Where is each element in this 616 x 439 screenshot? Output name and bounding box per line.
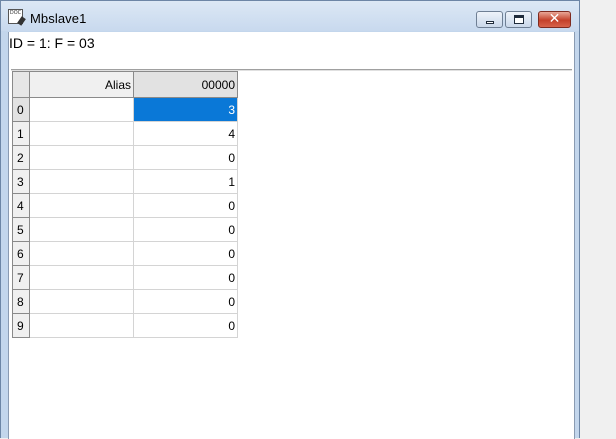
alias-cell[interactable] — [29, 193, 134, 218]
register-value-cell[interactable]: 3 — [133, 97, 238, 122]
table-row: 1 4 — [12, 121, 238, 146]
row-header[interactable]: 4 — [12, 193, 30, 218]
register-grid: Alias 00000 0 3 1 4 2 0 3 1 4 0 5 0 6 0 … — [12, 71, 238, 338]
alias-column-header[interactable]: Alias — [29, 71, 134, 98]
table-row: 3 1 — [12, 169, 238, 194]
slave-id-function-label: ID = 1: F = 03 — [9, 35, 95, 51]
close-button[interactable]: ✕ — [538, 11, 571, 28]
title-bar[interactable]: DOC Mbslave1 ✕ — [1, 1, 579, 31]
table-row: 5 0 — [12, 217, 238, 242]
alias-cell[interactable] — [29, 97, 134, 122]
maximize-button[interactable] — [505, 11, 532, 28]
alias-cell[interactable] — [29, 265, 134, 290]
close-icon: ✕ — [548, 11, 561, 27]
alias-cell[interactable] — [29, 217, 134, 242]
grid-corner-cell[interactable] — [12, 71, 30, 98]
alias-cell[interactable] — [29, 289, 134, 314]
table-row: 6 0 — [12, 241, 238, 266]
register-column-header[interactable]: 00000 — [133, 71, 238, 98]
alias-cell[interactable] — [29, 145, 134, 170]
mdi-child-window: DOC Mbslave1 ✕ ID = 1: F = 03 Alias 0000… — [0, 0, 580, 439]
alias-cell[interactable] — [29, 241, 134, 266]
row-header[interactable]: 8 — [12, 289, 30, 314]
document-icon[interactable]: DOC — [8, 9, 26, 26]
grid-header-row: Alias 00000 — [12, 71, 238, 98]
table-row: 8 0 — [12, 289, 238, 314]
row-header[interactable]: 1 — [12, 121, 30, 146]
row-header[interactable]: 6 — [12, 241, 30, 266]
row-header[interactable]: 9 — [12, 313, 30, 338]
register-value-cell[interactable]: 0 — [133, 313, 238, 338]
row-header[interactable]: 5 — [12, 217, 30, 242]
register-value-cell[interactable]: 0 — [133, 193, 238, 218]
register-value-cell[interactable]: 0 — [133, 241, 238, 266]
alias-cell[interactable] — [29, 313, 134, 338]
row-header[interactable]: 7 — [12, 265, 30, 290]
register-value-cell[interactable]: 4 — [133, 121, 238, 146]
register-value-cell[interactable]: 0 — [133, 289, 238, 314]
client-area: ID = 1: F = 03 Alias 00000 0 3 1 4 2 0 3… — [8, 32, 575, 439]
alias-cell[interactable] — [29, 169, 134, 194]
row-header[interactable]: 3 — [12, 169, 30, 194]
table-row: 0 3 — [12, 97, 238, 122]
register-value-cell[interactable]: 0 — [133, 145, 238, 170]
alias-cell[interactable] — [29, 121, 134, 146]
table-row: 4 0 — [12, 193, 238, 218]
table-row: 7 0 — [12, 265, 238, 290]
minimize-icon — [486, 21, 494, 24]
register-value-cell[interactable]: 1 — [133, 169, 238, 194]
register-value-cell[interactable]: 0 — [133, 217, 238, 242]
window-title: Mbslave1 — [30, 11, 87, 26]
register-value-cell[interactable]: 0 — [133, 265, 238, 290]
maximize-icon — [514, 15, 524, 24]
row-header[interactable]: 2 — [12, 145, 30, 170]
table-row: 2 0 — [12, 145, 238, 170]
row-header[interactable]: 0 — [12, 97, 30, 122]
minimize-button[interactable] — [476, 11, 503, 28]
table-row: 9 0 — [12, 313, 238, 338]
